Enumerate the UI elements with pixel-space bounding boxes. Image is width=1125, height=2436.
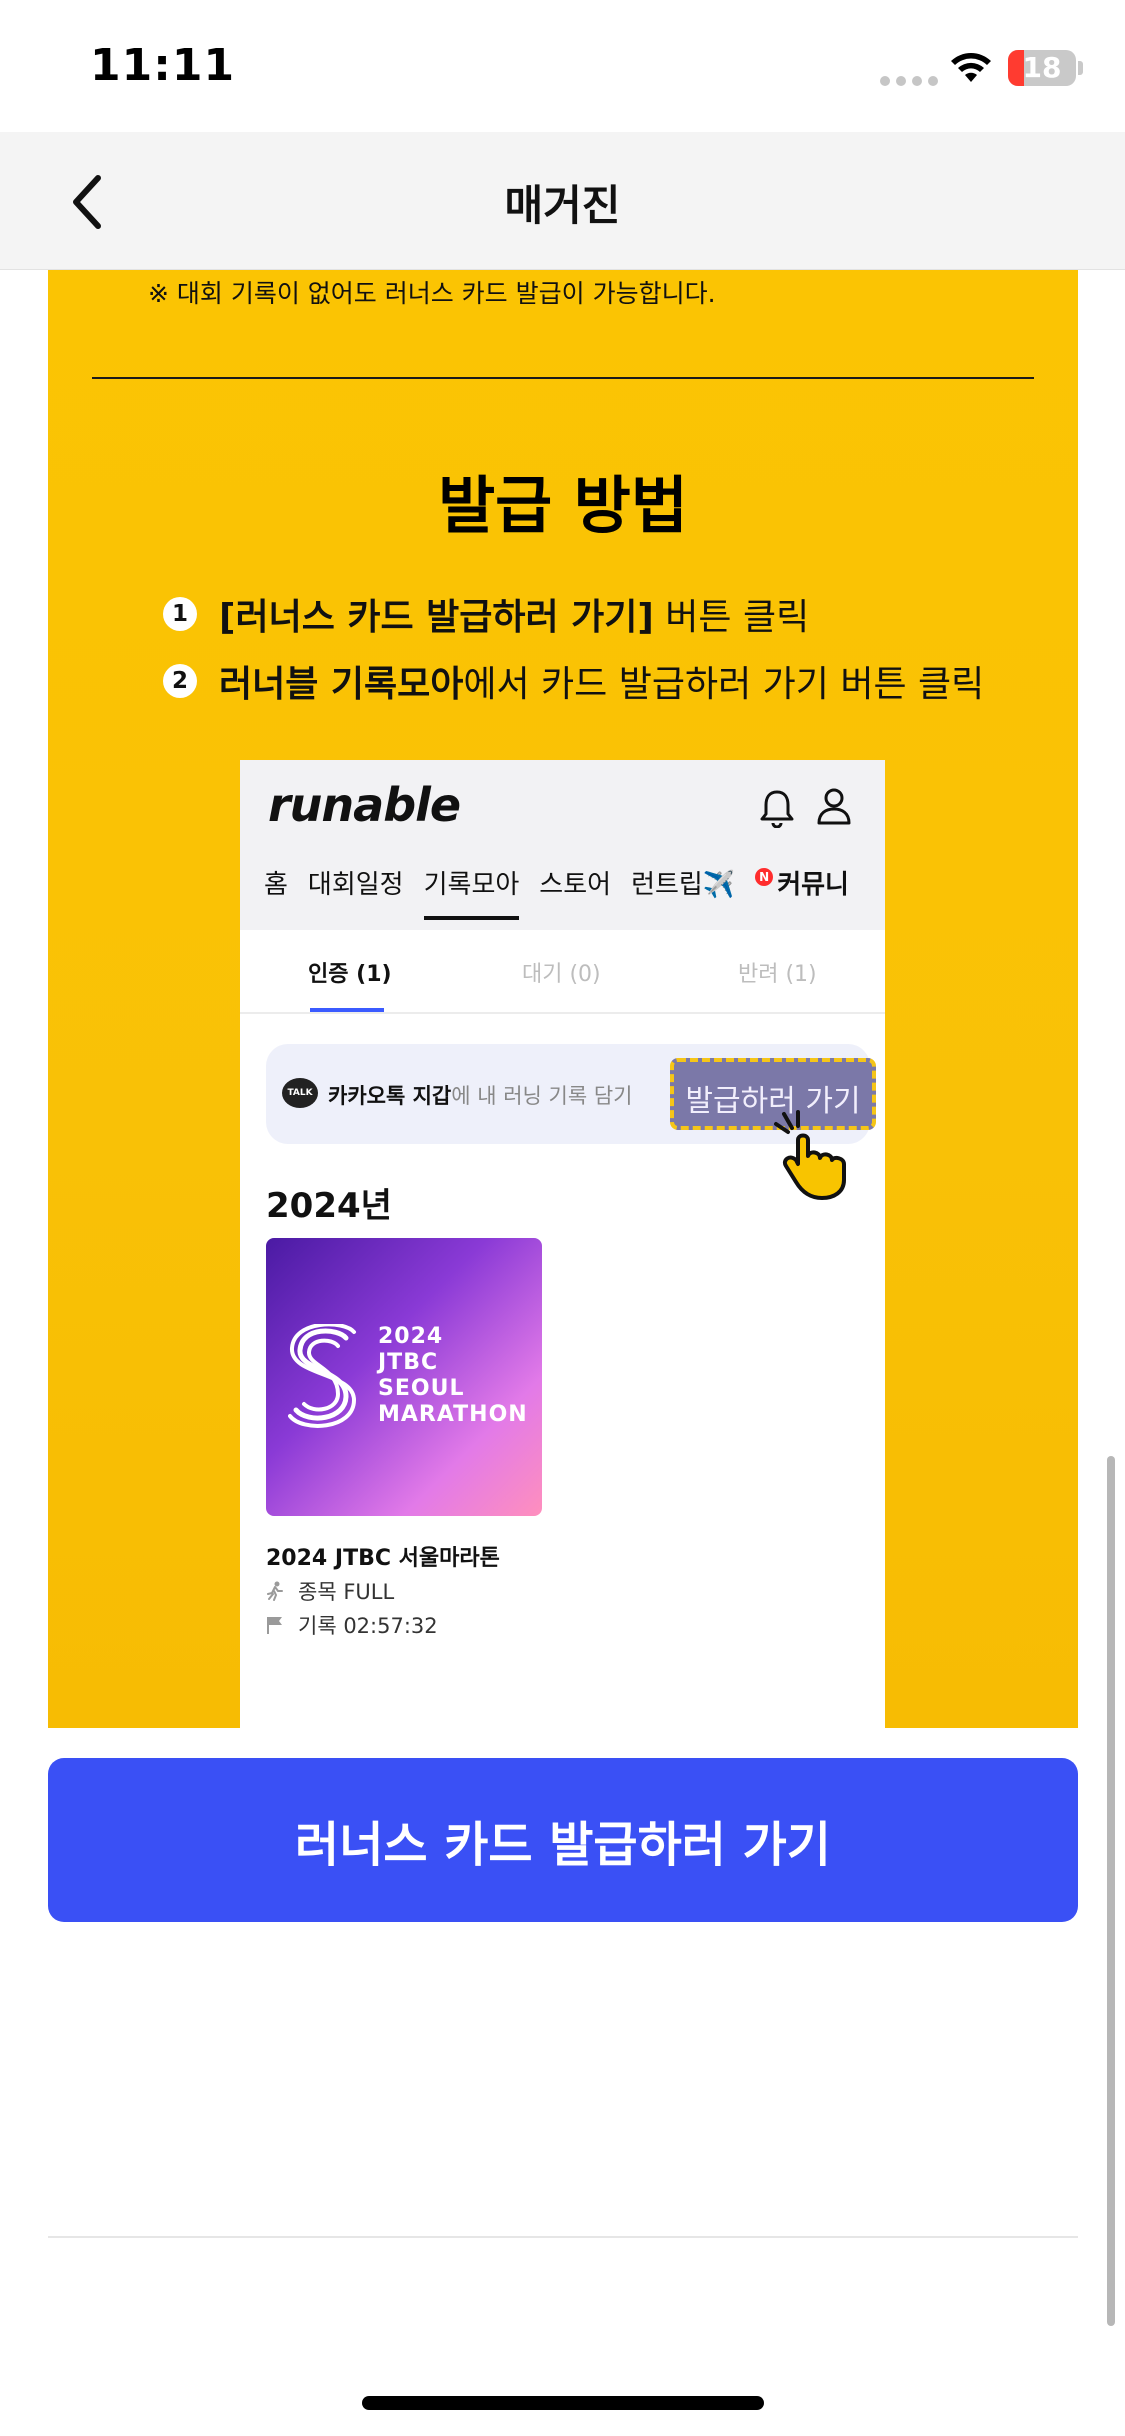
kakao-banner-text: 카카오톡 지갑에 내 러닝 기록 담기: [328, 1080, 633, 1110]
nav-bar: 매거진: [0, 132, 1125, 270]
battery-level: 18: [1022, 51, 1062, 84]
race-card-line: SEOUL: [378, 1376, 465, 1401]
race-record-label: 기록 02:57:32: [298, 1614, 438, 1638]
scrollbar[interactable]: [1107, 1456, 1115, 2326]
race-name: 2024 JTBC 서울마라톤: [266, 1546, 500, 1571]
race-card-line: JTBC: [378, 1350, 439, 1375]
race-event-label: 종목 FULL: [298, 1580, 395, 1604]
section-title: 발급 방법: [438, 469, 688, 542]
issue-note: ※ 대회 기록이 없어도 러너스 카드 발급이 가능합니다.: [148, 279, 716, 308]
divider: [92, 377, 1034, 379]
race-card-line: 2024: [378, 1324, 444, 1349]
menu-item-schedule: 대회일정: [307, 870, 404, 900]
step-1-rest: 버튼 클릭: [653, 597, 810, 638]
page-title: 매거진: [504, 181, 621, 230]
battery-icon: 18: [1008, 50, 1076, 86]
tab-verified: 인증 (1): [308, 962, 392, 987]
seoul-marathon-logo-icon: [288, 1324, 357, 1428]
tab-underline: [310, 1008, 384, 1012]
race-card-image: 2024 JTBC SEOUL MARATHON: [266, 1238, 542, 1516]
flag-icon: [267, 1617, 282, 1634]
step-2: 2 러너블 기록모아 에서 카드 발급하러 가기 버튼 클릭: [163, 655, 984, 707]
preview-menu: 홈 대회일정 기록모아 스토어 런트립✈️ N 커뮤니: [264, 864, 869, 920]
step-1: 1 [러너스 카드 발급하러 가기] 버튼 클릭: [163, 588, 809, 640]
step-2-bold: 러너블 기록모아: [219, 664, 464, 705]
home-indicator[interactable]: [362, 2396, 764, 2410]
runable-logo: runable: [268, 778, 461, 832]
status-time: 11:11: [90, 40, 236, 91]
app-preview-image: runable 홈 대회일정 기록모아 스토어 런트립✈️ N 커뮤니 인증 (…: [240, 760, 885, 1728]
menu-item-runtrip: 런트립✈️: [631, 870, 736, 900]
issue-runners-card-button[interactable]: 러너스 카드 발급하러 가기: [48, 1758, 1078, 1922]
step-number-1: 1: [163, 597, 197, 631]
signal-dots-icon: [880, 76, 938, 86]
runner-icon: [267, 1581, 283, 1601]
wifi-icon: [951, 53, 991, 82]
race-event: 종목 FULL: [266, 1576, 394, 1606]
bottom-divider: [48, 2236, 1078, 2238]
bell-icon: [760, 790, 794, 828]
pointing-hand-icon: [774, 1110, 846, 1200]
year-label: 2024년: [266, 1186, 392, 1226]
step-number-2: 2: [163, 664, 197, 698]
tab-pending: 대기 (0): [522, 962, 601, 987]
race-record: 기록 02:57:32: [266, 1610, 438, 1640]
tab-rejected: 반려 (1): [738, 962, 817, 987]
kakao-talk-icon: TALK: [282, 1078, 318, 1108]
race-card-text: 2024 JTBC SEOUL MARATHON: [378, 1324, 528, 1428]
menu-item-community: N 커뮤니: [755, 864, 849, 920]
kakao-wallet-label: 카카오톡 지갑: [328, 1084, 452, 1108]
preview-header: runable 홈 대회일정 기록모아 스토어 런트립✈️ N 커뮤니: [240, 760, 885, 930]
race-card-line: MARATHON: [378, 1402, 528, 1427]
menu-item-community-label: 커뮤니: [777, 870, 849, 900]
kakao-banner-rest: 에 내 러닝 기록 담기: [451, 1084, 633, 1108]
menu-item-home: 홈: [264, 870, 288, 900]
menu-item-records: 기록모아: [423, 864, 519, 920]
preview-tabs: 인증 (1) 대기 (0) 반려 (1): [240, 930, 885, 1014]
profile-icon: [817, 788, 851, 825]
menu-item-store: 스토어: [539, 870, 612, 900]
new-badge: N: [755, 868, 774, 886]
step-2-rest: 에서 카드 발급하러 가기 버튼 클릭: [463, 664, 985, 705]
status-bar: 11:11 18: [0, 0, 1125, 132]
magazine-content: ※ 대회 기록이 없어도 러너스 카드 발급이 가능합니다. 발급 방법 1 […: [48, 270, 1078, 1728]
step-1-bold: [러너스 카드 발급하러 가기]: [219, 597, 654, 638]
